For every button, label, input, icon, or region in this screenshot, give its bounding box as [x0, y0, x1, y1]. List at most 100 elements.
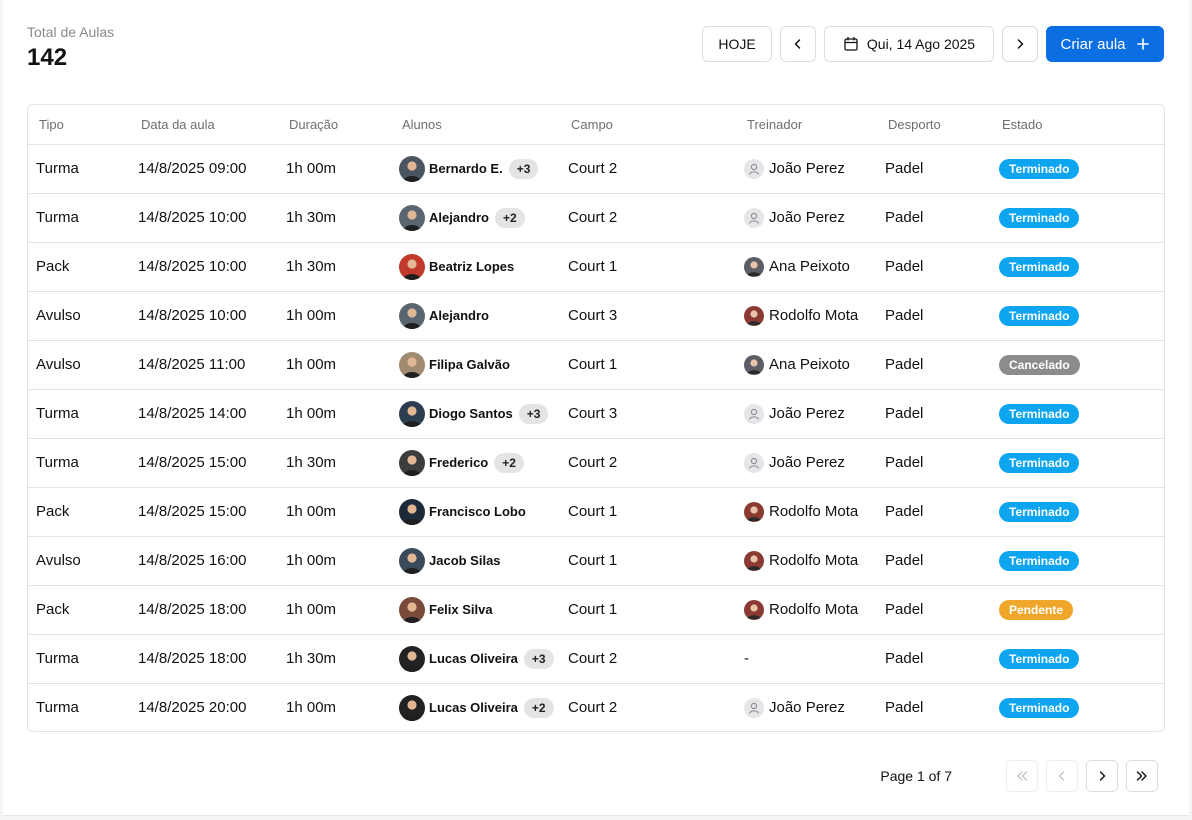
- student-name: Felix Silva: [429, 602, 493, 617]
- extra-students-badge[interactable]: +2: [494, 207, 525, 228]
- table-row[interactable]: Turma 14/8/2025 14:00 1h 00m Diogo Santo…: [28, 389, 1164, 439]
- table-row[interactable]: Avulso 14/8/2025 16:00 1h 00m Jacob Sila…: [28, 536, 1164, 586]
- student-name: Francisco Lobo: [429, 504, 526, 519]
- cell-trainer: Rodolfo Mota: [736, 536, 877, 586]
- table-row[interactable]: Turma 14/8/2025 20:00 1h 00m Lucas Olive…: [28, 683, 1164, 731]
- person-icon: [747, 505, 761, 521]
- cell-sport: Padel: [877, 144, 991, 194]
- total-value: 142: [27, 44, 68, 71]
- status-badge: Terminado: [999, 452, 1080, 473]
- column-header-trainer[interactable]: Treinador: [736, 105, 877, 145]
- cell-type: Turma: [28, 144, 130, 194]
- user-placeholder-icon: [748, 457, 760, 469]
- cell-court: Court 2: [560, 634, 736, 684]
- student-avatar: [399, 400, 425, 427]
- extra-students-badge[interactable]: +3: [508, 158, 539, 179]
- cell-court: Court 1: [560, 487, 736, 537]
- cell-status: Terminado: [991, 242, 1164, 292]
- create-class-label: Criar aula: [1060, 35, 1126, 53]
- cell-court: Court 1: [560, 536, 736, 586]
- cell-type: Pack: [28, 585, 130, 635]
- prev-page-button[interactable]: [1046, 760, 1078, 792]
- classes-table: Tipo Data da aula Duração Alunos Campo T…: [27, 104, 1165, 732]
- column-header-duration[interactable]: Duração: [278, 105, 391, 145]
- table-row[interactable]: Pack 14/8/2025 15:00 1h 00m Francisco Lo…: [28, 487, 1164, 537]
- cell-type: Avulso: [28, 340, 130, 390]
- cell-sport: Padel: [877, 634, 991, 684]
- column-header-date[interactable]: Data da aula: [130, 105, 278, 145]
- table-row[interactable]: Turma 14/8/2025 15:00 1h 30m Frederico +…: [28, 438, 1164, 488]
- user-placeholder-icon: [748, 163, 760, 175]
- table-row[interactable]: Turma 14/8/2025 10:00 1h 30m Alejandro +…: [28, 193, 1164, 243]
- cell-type: Avulso: [28, 291, 130, 341]
- cell-duration: 1h 30m: [278, 438, 391, 488]
- person-icon: [403, 258, 421, 280]
- cell-students: Alejandro +2: [391, 193, 560, 243]
- status-badge: Terminado: [999, 697, 1080, 718]
- trainer-name: João Perez: [769, 405, 845, 422]
- table-row[interactable]: Pack 14/8/2025 18:00 1h 00m Felix Silva …: [28, 585, 1164, 635]
- person-icon: [403, 160, 421, 182]
- table-header-row: Tipo Data da aula Duração Alunos Campo T…: [28, 105, 1164, 145]
- table-row[interactable]: Turma 14/8/2025 18:00 1h 30m Lucas Olive…: [28, 634, 1164, 684]
- cell-trainer: -: [736, 634, 877, 684]
- status-badge: Terminado: [999, 550, 1080, 571]
- cell-date: 14/8/2025 10:00: [130, 193, 278, 243]
- extra-students-badge[interactable]: +3: [518, 403, 549, 424]
- status-badge: Terminado: [999, 403, 1080, 424]
- extra-students-badge[interactable]: +2: [523, 697, 554, 718]
- cell-court: Court 2: [560, 144, 736, 194]
- classes-card: Total de Aulas 142 HOJE Qui, 14 Ago 2025…: [3, 0, 1189, 816]
- next-page-button[interactable]: [1086, 760, 1118, 792]
- status-badge: Terminado: [999, 501, 1080, 522]
- person-icon: [403, 356, 421, 378]
- column-header-status[interactable]: Estado: [991, 105, 1164, 145]
- first-page-button[interactable]: [1006, 760, 1038, 792]
- prev-day-button[interactable]: [780, 26, 816, 62]
- table-row[interactable]: Pack 14/8/2025 10:00 1h 30m Beatriz Lope…: [28, 242, 1164, 292]
- table-row[interactable]: Turma 14/8/2025 09:00 1h 00m Bernardo E.…: [28, 144, 1164, 194]
- today-button[interactable]: HOJE: [702, 26, 772, 62]
- column-header-sport[interactable]: Desporto: [877, 105, 991, 145]
- cell-duration: 1h 00m: [278, 144, 391, 194]
- person-icon: [747, 260, 761, 276]
- trainer-avatar: [744, 354, 764, 375]
- student-avatar: [399, 204, 425, 231]
- plus-icon: [1136, 38, 1149, 50]
- person-icon: [403, 601, 421, 623]
- student-avatar: [399, 645, 425, 672]
- extra-students-badge[interactable]: +2: [494, 452, 524, 473]
- column-header-students[interactable]: Alunos: [391, 105, 560, 145]
- student-name: Alejandro: [429, 308, 489, 323]
- person-icon: [403, 209, 421, 231]
- cell-court: Court 2: [560, 193, 736, 243]
- column-header-type[interactable]: Tipo: [28, 105, 130, 145]
- student-name: Lucas Oliveira: [429, 700, 518, 716]
- cell-date: 14/8/2025 10:00: [130, 291, 278, 341]
- table-row[interactable]: Avulso 14/8/2025 11:00 1h 00m Filipa Gal…: [28, 340, 1164, 390]
- create-class-button[interactable]: Criar aula: [1046, 26, 1164, 62]
- total-label: Total de Aulas: [27, 24, 115, 40]
- student-avatar: [399, 694, 425, 721]
- cell-duration: 1h 00m: [278, 389, 391, 439]
- cell-trainer: João Perez: [736, 438, 877, 488]
- pagination: Page 1 of 7: [880, 760, 1158, 792]
- status-badge: Terminado: [999, 207, 1080, 228]
- extra-students-badge[interactable]: +3: [523, 648, 554, 669]
- last-page-button[interactable]: [1126, 760, 1158, 792]
- cell-status: Pendente: [991, 585, 1164, 635]
- status-badge: Terminado: [999, 648, 1080, 669]
- next-day-button[interactable]: [1002, 26, 1038, 62]
- column-header-court[interactable]: Campo: [560, 105, 736, 145]
- trainer-avatar-placeholder: [744, 403, 764, 424]
- cell-type: Pack: [28, 487, 130, 537]
- student-name: Bernardo E.: [429, 161, 503, 176]
- cell-students: Felix Silva: [391, 585, 560, 635]
- date-picker-button[interactable]: Qui, 14 Ago 2025: [824, 26, 994, 62]
- chevron-right-icon: [1099, 771, 1106, 781]
- trainer-name: João Perez: [769, 699, 845, 717]
- cell-court: Court 1: [560, 585, 736, 635]
- trainer-name: Rodolfo Mota: [769, 503, 859, 520]
- table-row[interactable]: Avulso 14/8/2025 10:00 1h 00m Alejandro …: [28, 291, 1164, 341]
- cell-trainer: João Perez: [736, 144, 877, 194]
